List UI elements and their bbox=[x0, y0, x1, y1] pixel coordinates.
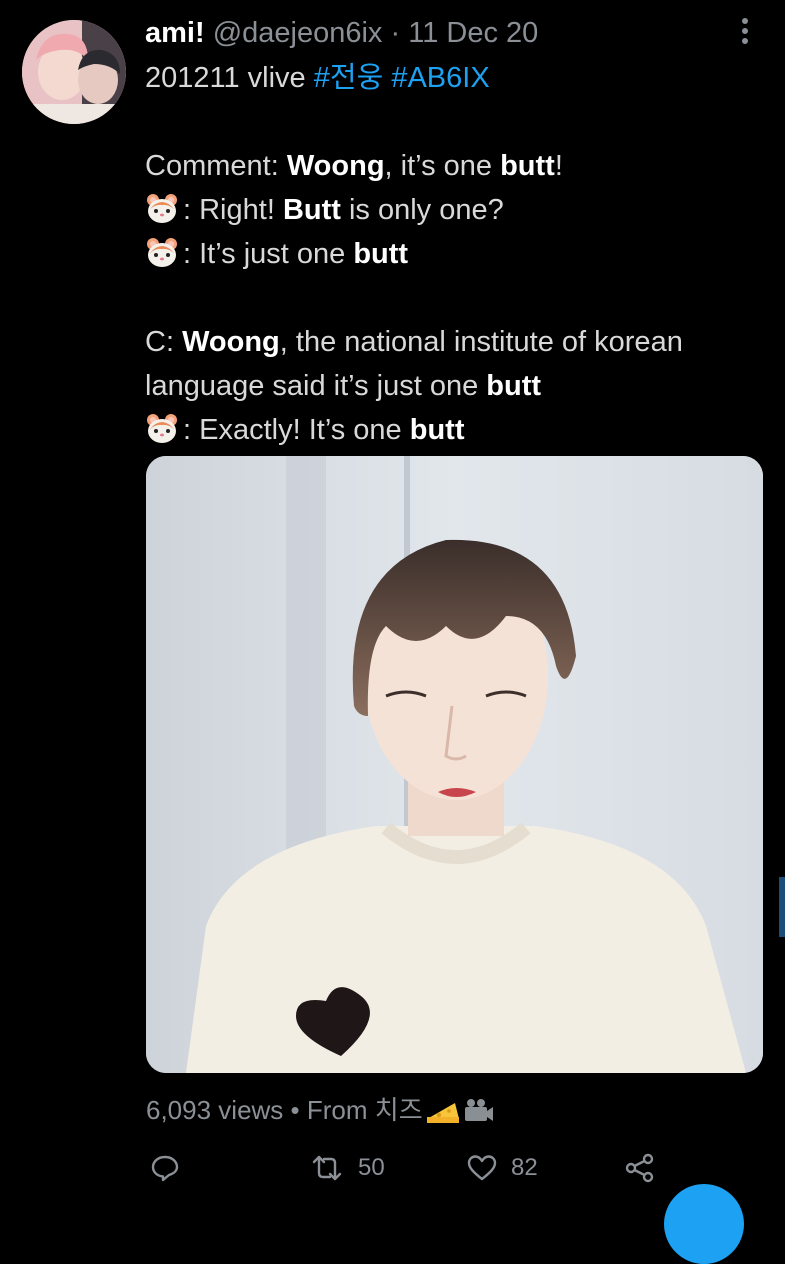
comment-mid: , it’s one bbox=[384, 150, 493, 182]
tweet-intro: 201211 vlive bbox=[145, 62, 306, 94]
comment-end: ! bbox=[554, 150, 563, 182]
c-rest: , the national institute of korean bbox=[279, 326, 683, 358]
action-bar: 50 82 bbox=[0, 1145, 785, 1191]
avatar[interactable] bbox=[22, 20, 126, 124]
like-count: 82 bbox=[511, 1154, 538, 1181]
source-icons bbox=[425, 1095, 495, 1136]
tweet-line-1: 201211 vlive #전웅 #AB6IX bbox=[145, 56, 765, 100]
reply-3-word: butt bbox=[409, 414, 465, 446]
reply-1-rest: is only one? bbox=[348, 194, 504, 226]
reply-1-text: : Right! bbox=[183, 194, 275, 226]
share-icon bbox=[625, 1153, 654, 1183]
hamster-face-icon bbox=[145, 191, 179, 225]
scroll-indicator bbox=[779, 877, 785, 937]
source-prefix: From bbox=[306, 1095, 368, 1125]
reply-2-word: butt bbox=[353, 238, 409, 270]
reply-3-text: : Exactly! It’s one bbox=[183, 414, 402, 446]
comment-line: Comment: Woong, it’s one butt! bbox=[145, 144, 765, 188]
c-line-2-text: language said it’s just one bbox=[145, 370, 479, 402]
share-button[interactable] bbox=[624, 1145, 656, 1191]
comment-name: Woong bbox=[286, 150, 385, 182]
compose-tweet-button[interactable] bbox=[664, 1184, 744, 1264]
reply-line-2: : It’s just one butt bbox=[145, 232, 765, 276]
reply-button[interactable] bbox=[150, 1145, 180, 1191]
c-line: C: Woong, the national institute of kore… bbox=[145, 320, 765, 364]
video-media[interactable] bbox=[146, 456, 763, 1073]
hamster-face-icon bbox=[145, 411, 179, 445]
view-count[interactable]: 6,093 views bbox=[146, 1095, 283, 1125]
hamster-face-icon bbox=[145, 235, 179, 269]
retweet-button[interactable]: 50 bbox=[310, 1145, 385, 1191]
c-label: C: bbox=[145, 326, 174, 358]
tweet[interactable]: ami! @daejeon6ix · 11 Dec 20 201211 vliv… bbox=[0, 0, 785, 1264]
user-handle[interactable]: @daejeon6ix bbox=[213, 17, 383, 49]
tweet-header: ami! @daejeon6ix · 11 Dec 20 bbox=[145, 14, 538, 52]
like-button[interactable]: 82 bbox=[467, 1145, 538, 1191]
reply-2-text: : It’s just one bbox=[183, 238, 346, 270]
comment-label: Comment: bbox=[145, 150, 279, 182]
comment-word: butt bbox=[500, 150, 555, 182]
source-name[interactable]: 치즈 bbox=[375, 1095, 423, 1125]
reply-line-1: : Right! Butt is only one? bbox=[145, 188, 765, 232]
retweet-icon bbox=[312, 1155, 342, 1181]
cheese-icon bbox=[426, 1099, 493, 1123]
c-line-2: language said it’s just one butt bbox=[145, 364, 765, 408]
hashtag-link-2[interactable]: #AB6IX bbox=[391, 62, 489, 94]
more-options-icon[interactable] bbox=[733, 14, 757, 48]
tweet-meta: 6,093 views • From 치즈 bbox=[146, 1090, 495, 1130]
reply-1-word: Butt bbox=[282, 194, 341, 226]
reply-icon bbox=[151, 1155, 179, 1182]
reply-line-3: : Exactly! It’s one butt bbox=[145, 408, 765, 452]
tweet-text: 201211 vlive #전웅 #AB6IX Comment: Woong, … bbox=[145, 56, 765, 452]
header-separator: · bbox=[390, 17, 401, 49]
heart-icon bbox=[467, 1155, 497, 1181]
c-line-2-word: butt bbox=[486, 370, 542, 402]
movie-camera-icon bbox=[464, 1099, 493, 1121]
retweet-count: 50 bbox=[358, 1154, 385, 1181]
meta-bullet: • bbox=[290, 1095, 300, 1125]
c-name: Woong bbox=[182, 326, 280, 358]
tweet-date[interactable]: 11 Dec 20 bbox=[408, 17, 538, 49]
display-name[interactable]: ami! bbox=[145, 17, 205, 49]
hashtag-link-1[interactable]: #전웅 bbox=[314, 62, 384, 94]
